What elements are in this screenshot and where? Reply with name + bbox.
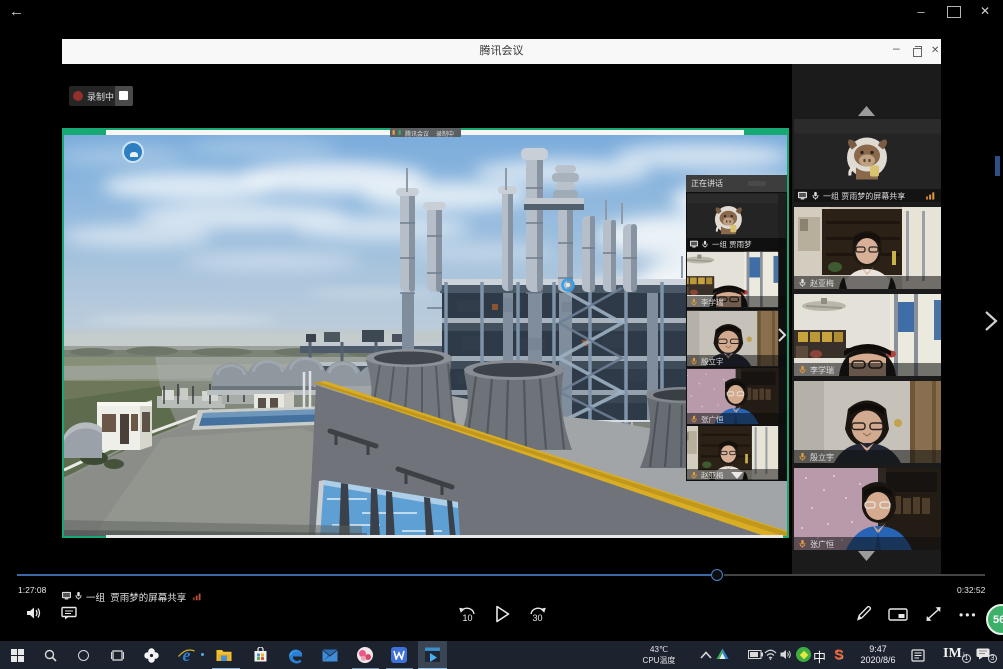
svg-text:30: 30	[532, 613, 542, 623]
svg-text:e: e	[183, 645, 191, 664]
svg-text:10: 10	[462, 613, 472, 623]
